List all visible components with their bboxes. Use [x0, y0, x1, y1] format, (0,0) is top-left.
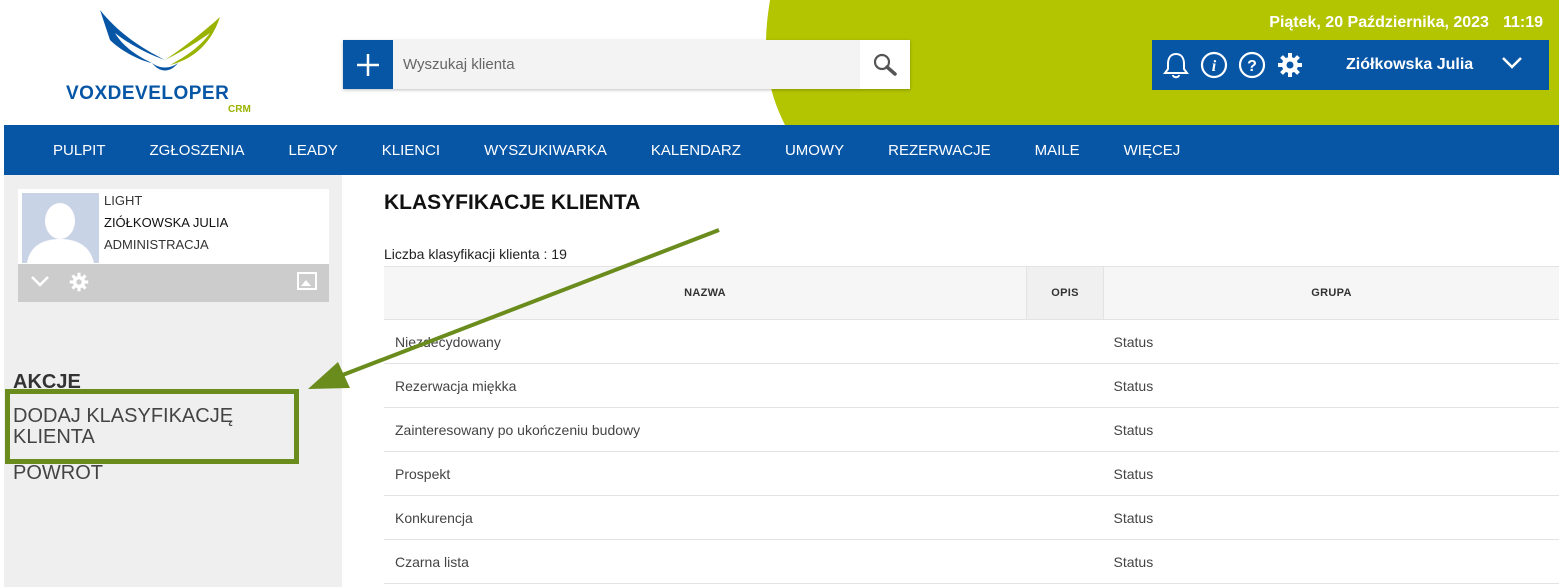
row-opis	[1026, 407, 1104, 452]
nav-item-umowy[interactable]: UMOWY	[763, 142, 866, 159]
chevron-down-icon	[31, 276, 49, 287]
settings-button[interactable]	[1276, 51, 1304, 79]
row-group: Status	[1103, 407, 1559, 452]
nav-item-kalendarz[interactable]: KALENDARZ	[629, 142, 763, 159]
row-name: Prospekt	[384, 451, 1027, 496]
row-opis	[1026, 495, 1104, 540]
column-header-nazwa[interactable]: NAZWA	[384, 266, 1027, 320]
current-date: Piątek, 20 Października, 2023	[1269, 14, 1489, 31]
back-link[interactable]: POWRÓT	[13, 463, 103, 484]
search-input[interactable]	[393, 40, 860, 89]
profile-role: ADMINISTRACJA	[104, 237, 209, 252]
table-row[interactable]: Prospekt Status	[384, 451, 1559, 496]
gear-icon	[1278, 53, 1302, 77]
nav-item-leady[interactable]: LEADY	[267, 142, 360, 159]
profile-name: ZIÓŁKOWSKA JULIA	[104, 215, 229, 230]
bell-icon	[1163, 52, 1189, 79]
row-group: Status	[1103, 495, 1559, 540]
voxdeveloper-logo[interactable]: VOXDEVELOPER CRM	[60, 5, 260, 120]
row-opis	[1026, 319, 1104, 364]
row-opis	[1026, 451, 1104, 496]
table-row[interactable]: Czarna lista Status	[384, 539, 1559, 584]
column-header-opis[interactable]: OPIS	[1026, 266, 1104, 320]
nav-item-rezerwacje[interactable]: REZERWACJE	[866, 142, 1013, 159]
row-group: Status	[1103, 363, 1559, 408]
gear-icon	[69, 272, 89, 292]
header: VOXDEVELOPER CRM Piątek, 20 Października…	[0, 0, 1559, 125]
profile-plan: LIGHT	[104, 193, 143, 208]
help-icon: ?	[1238, 51, 1266, 79]
row-name: Czarna lista	[384, 539, 1027, 584]
profile-image-button[interactable]	[297, 272, 317, 295]
table-row[interactable]: Zainteresowany po ukończeniu budowy Stat…	[384, 407, 1559, 452]
user-bar: i ? Ziółkowska Julia	[1152, 40, 1549, 90]
nav-item-wiecej[interactable]: WIĘCEJ	[1102, 142, 1203, 159]
row-group: Status	[1103, 319, 1559, 364]
user-silhouette-icon	[22, 193, 99, 263]
row-opis	[1026, 539, 1104, 584]
current-time: 11:19	[1502, 14, 1543, 31]
image-icon	[297, 272, 317, 290]
page-title: KLASYFIKACJE KLIENTA	[384, 191, 641, 214]
main-nav: PULPIT ZGŁOSZENIA LEADY KLIENCI WYSZUKIW…	[4, 125, 1559, 175]
notifications-button[interactable]	[1162, 51, 1190, 79]
svg-text:?: ?	[1247, 58, 1257, 75]
table-row[interactable]: Konkurencja Status	[384, 495, 1559, 540]
logo-subtext: CRM	[228, 104, 251, 115]
nav-item-klienci[interactable]: KLIENCI	[360, 142, 462, 159]
column-header-grupa[interactable]: GRUPA	[1103, 266, 1559, 320]
table-header-row: NAZWA OPIS GRUPA	[384, 266, 1559, 320]
table-row[interactable]: Rezerwacja miękka Status	[384, 363, 1559, 408]
table-row[interactable]: Niezdecydowany Status	[384, 319, 1559, 364]
classifications-table: NAZWA OPIS GRUPA Niezdecydowany Status R…	[384, 266, 1559, 584]
row-group: Status	[1103, 539, 1559, 584]
user-menu-toggle[interactable]	[1501, 56, 1523, 75]
row-name: Zainteresowany po ukończeniu budowy	[384, 407, 1027, 452]
row-group: Status	[1103, 451, 1559, 496]
chevron-down-icon	[1502, 56, 1523, 69]
row-name: Niezdecydowany	[384, 319, 1027, 364]
svg-text:i: i	[1212, 58, 1217, 75]
classification-count: Liczba klasyfikacji klienta : 19	[384, 246, 567, 262]
logo-text: VOXDEVELOPER	[66, 83, 230, 104]
add-client-button[interactable]	[343, 40, 393, 89]
nav-item-wyszukiwarka[interactable]: WYSZUKIWARKA	[462, 142, 629, 159]
avatar	[22, 193, 99, 263]
row-name: Rezerwacja miękka	[384, 363, 1027, 408]
info-button[interactable]: i	[1200, 51, 1228, 79]
client-search	[343, 40, 910, 89]
search-icon	[873, 53, 897, 76]
profile-expand-button[interactable]	[30, 275, 50, 294]
user-name[interactable]: Ziółkowska Julia	[1346, 56, 1473, 74]
info-icon: i	[1200, 51, 1228, 79]
nav-item-maile[interactable]: MAILE	[1013, 142, 1102, 159]
profile-settings-button[interactable]	[69, 272, 89, 297]
profile-toolbar	[18, 264, 329, 302]
nav-item-pulpit[interactable]: PULPIT	[4, 142, 128, 159]
search-button[interactable]	[860, 40, 910, 89]
date-time: Piątek, 20 Października, 2023 11:19	[1269, 14, 1543, 32]
highlight-box	[5, 389, 299, 464]
help-button[interactable]: ?	[1238, 51, 1266, 79]
nav-item-zgloszenia[interactable]: ZGŁOSZENIA	[128, 142, 267, 159]
profile-card: LIGHT ZIÓŁKOWSKA JULIA ADMINISTRACJA	[18, 189, 329, 264]
row-name: Konkurencja	[384, 495, 1027, 540]
plus-icon	[357, 53, 379, 76]
row-opis	[1026, 363, 1104, 408]
